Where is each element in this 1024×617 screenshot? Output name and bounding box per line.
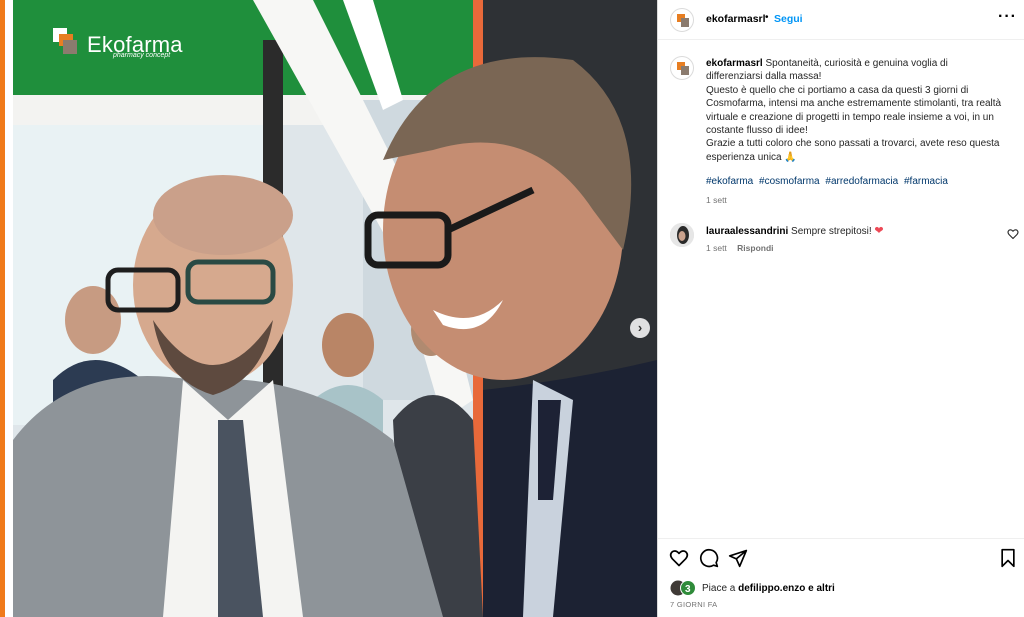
caption-line-2: Questo è quello che ci portiamo a casa d… [706,84,1002,137]
likes-prefix: Piace a [702,583,736,594]
likes-summary: Piace a defilippo.enzo e altri [702,583,835,594]
liker-avatars[interactable]: 3 [670,580,696,596]
caption-username[interactable]: ekofarmasrl [706,58,763,69]
chevron-right-icon: › [637,320,643,335]
heart-icon[interactable] [669,548,689,568]
reply-button[interactable]: Rispondi [737,243,773,253]
post-side-panel: ekofarmasrl • Segui ··· ekofarmasrl Spon… [657,0,1024,617]
bookmark-icon[interactable] [998,548,1018,568]
actions-divider [658,538,1024,539]
hashtag-link[interactable]: #farmacia [904,176,948,187]
logo-squares-icon [53,28,83,60]
caption-text: ekofarmasrl Spontaneità, curiosità e gen… [706,57,1006,164]
photo-illustration [13,0,657,617]
comment-text: Sempre strepitosi! [791,226,872,237]
next-photo-button[interactable]: › [630,318,650,338]
comment-row: lauraalessandrini Sempre strepitosi! ❤ [706,224,884,237]
likes-suffix[interactable]: e altri [808,583,835,594]
comment-username[interactable]: lauraalessandrini [706,226,788,237]
hashtag-list: #ekofarma #cosmofarma #arredofarmacia #f… [706,176,951,187]
hashtag-link[interactable]: #arredofarmacia [825,176,898,187]
post-age[interactable]: 7 GIORNI FA [670,600,717,609]
more-icon[interactable]: ··· [998,8,1017,26]
caption-timestamp[interactable]: 1 sett [706,195,727,205]
comment-avatar[interactable] [670,223,694,247]
brand-tagline: pharmacy concept [113,52,171,59]
heart-emoji: ❤ [874,225,884,237]
header-username[interactable]: ekofarmasrl [706,13,766,25]
hashtag-link[interactable]: #ekofarma [706,176,753,187]
post-photo[interactable]: Ekofarma pharmacy concept › [13,0,657,617]
caption-avatar[interactable] [670,56,694,80]
comment-meta: 1 sett Rispondi [706,243,774,253]
comment-heart-icon[interactable] [1007,228,1019,240]
caption-line-3: Grazie a tutti coloro che sono passati a… [706,138,1000,163]
follow-button[interactable]: Segui [774,13,803,25]
hashtag-link[interactable]: #cosmofarma [759,176,820,187]
comment-icon[interactable] [699,548,719,568]
avatar[interactable] [670,8,694,32]
left-accent-bar [0,0,5,617]
likes-user[interactable]: defilippo.enzo [738,583,805,594]
comment-timestamp[interactable]: 1 sett [706,243,727,253]
svg-text:3: 3 [685,584,691,595]
share-icon[interactable] [728,548,748,568]
separator-dot: • [765,12,769,23]
post-header: ekofarmasrl • Segui ··· [658,0,1024,40]
